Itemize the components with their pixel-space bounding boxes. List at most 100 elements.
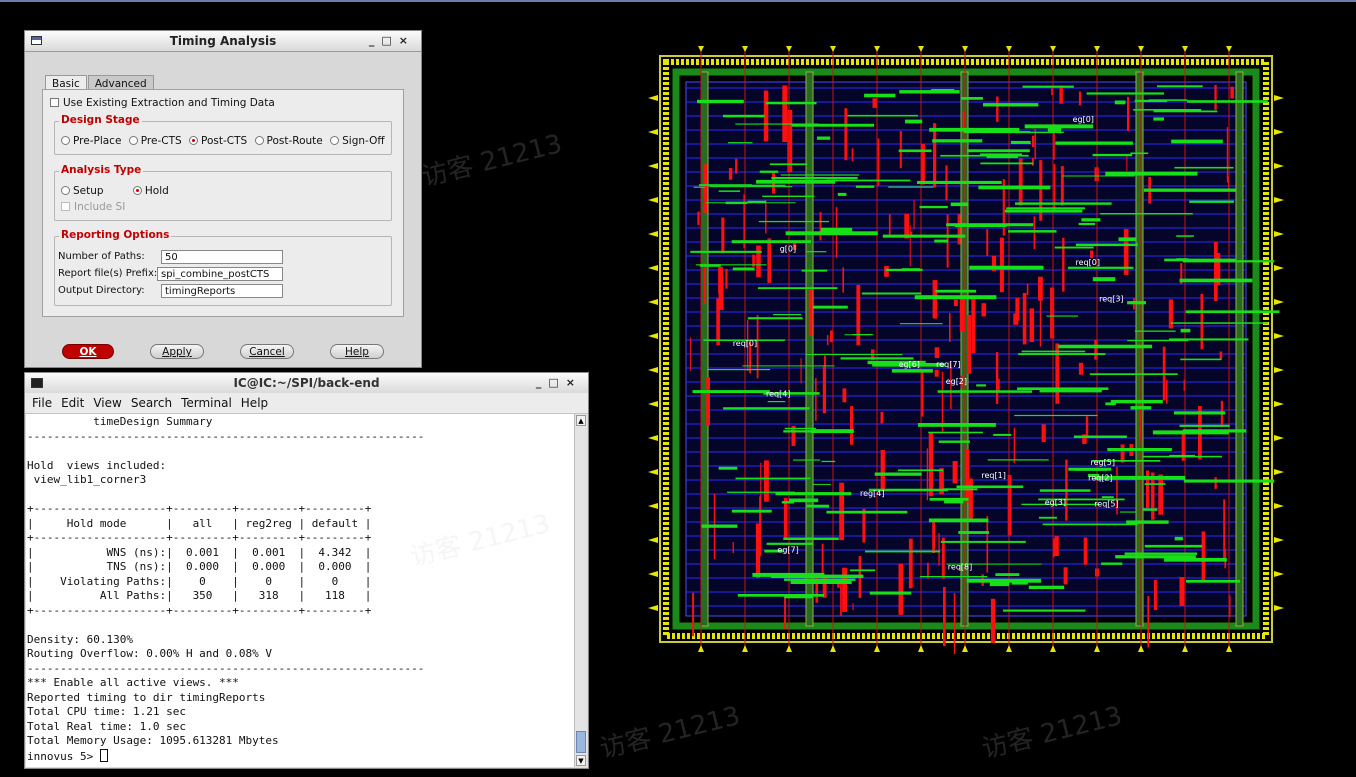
power-stripe <box>1135 71 1144 627</box>
maximize-button[interactable]: □ <box>381 31 398 51</box>
io-pin-arrow <box>962 645 968 652</box>
cancel-button[interactable]: Cancel <box>240 344 294 359</box>
metal-wire-horizontal <box>958 531 989 534</box>
metal-wire-horizontal <box>976 384 986 387</box>
metal-wire-horizontal <box>869 591 912 595</box>
metal-wire-horizontal <box>1055 141 1133 145</box>
terminal-icon[interactable] <box>31 378 43 388</box>
radio-label: Post-Route <box>266 135 323 147</box>
metal-wire-horizontal <box>1114 100 1126 105</box>
metal-wire-vertical <box>1083 537 1088 565</box>
metal-wire-vertical <box>959 297 965 332</box>
io-pin-arrow <box>786 46 792 52</box>
metal-wire-vertical <box>898 563 904 615</box>
help-button[interactable]: Help <box>330 344 384 359</box>
radio-setup[interactable]: Setup <box>61 185 104 197</box>
menu-terminal[interactable]: Terminal <box>181 396 232 410</box>
metal-wire-horizontal <box>993 433 1012 436</box>
instance-label: req[4] <box>766 390 790 399</box>
radio-post-route[interactable]: Post-Route <box>254 135 323 147</box>
num-paths-input[interactable]: 50 <box>161 250 283 264</box>
instance-label: req[0] <box>1076 258 1100 267</box>
metal-wire-vertical <box>706 377 710 426</box>
radio-hold[interactable]: Hold <box>132 185 169 197</box>
metal-wire-horizontal <box>780 174 859 176</box>
metal-wire-horizontal <box>891 369 933 373</box>
metal-wire-vertical <box>1041 424 1046 443</box>
metal-wire-vertical <box>909 224 911 267</box>
menu-edit[interactable]: Edit <box>61 396 84 410</box>
radio-post-cts[interactable]: Post-CTS <box>189 135 247 147</box>
metal-wire-horizontal <box>1039 388 1102 393</box>
radio-pre-place[interactable]: Pre-Place <box>61 135 121 147</box>
maximize-button[interactable]: □ <box>548 373 565 393</box>
metal-wire-vertical <box>941 537 945 579</box>
terminal-titlebar[interactable]: IC@IC:~/SPI/back-end _□× <box>25 373 588 393</box>
minimize-button[interactable]: _ <box>369 31 382 51</box>
use-existing-row[interactable]: Use Existing Extraction and Timing Data <box>50 97 275 109</box>
window-menu-icon[interactable] <box>31 36 42 45</box>
metal-wire-vertical <box>953 593 956 655</box>
metal-wire-horizontal <box>773 314 802 316</box>
io-pin-arrow <box>1274 367 1284 373</box>
menu-search[interactable]: Search <box>131 396 172 410</box>
output-dir-label: Output Directory: <box>58 285 145 296</box>
metal-wire-vertical <box>1214 85 1217 110</box>
metal-wire-vertical <box>840 583 842 616</box>
minimize-button[interactable]: _ <box>536 373 549 393</box>
metal-wire-horizontal <box>1143 508 1158 511</box>
power-stripe <box>700 71 709 627</box>
metal-wire-horizontal <box>1133 109 1202 111</box>
metal-wire-horizontal <box>1134 330 1176 332</box>
scrollbar-thumb[interactable] <box>576 731 586 753</box>
close-button[interactable]: × <box>566 373 582 393</box>
metal-wire-horizontal <box>956 485 1024 489</box>
scroll-down-arrow-icon[interactable]: ▼ <box>576 755 586 766</box>
instance-label: req[5] <box>1094 499 1118 508</box>
prefix-input[interactable]: spi_combine_postCTS <box>157 267 283 281</box>
menu-help[interactable]: Help <box>241 396 268 410</box>
apply-button[interactable]: Apply <box>150 344 204 359</box>
scroll-up-arrow-icon[interactable]: ▲ <box>576 415 586 426</box>
layout-canvas[interactable]: req[8] g[0] reg[4] eg[2] req[7] req[4] req[3] r… <box>646 40 1286 660</box>
metal-wire-vertical <box>697 211 700 225</box>
dialog-title: Timing Analysis <box>169 34 277 48</box>
io-pin-arrow <box>830 645 836 652</box>
radio-indicator <box>61 186 70 195</box>
metal-wire-vertical <box>1059 85 1063 104</box>
metal-wire-vertical <box>842 388 847 403</box>
metal-wire-vertical <box>844 108 848 161</box>
metal-wire-horizontal <box>1130 406 1152 410</box>
metal-wire-horizontal <box>1176 235 1194 237</box>
menu-file[interactable]: File <box>32 396 52 410</box>
dialog-titlebar[interactable]: Timing Analysis _□× <box>25 31 421 52</box>
terminal-scrollbar[interactable]: ▲ ▼ <box>574 414 587 767</box>
ok-button[interactable]: OK <box>62 344 114 359</box>
metal-wire-horizontal <box>1171 139 1223 144</box>
metal-wire-vertical <box>1007 474 1012 536</box>
metal-wire-horizontal <box>811 429 854 433</box>
radio-pre-cts[interactable]: Pre-CTS <box>128 135 182 147</box>
metal-wire-horizontal <box>806 504 830 508</box>
io-pin-arrow <box>648 469 658 475</box>
menu-view[interactable]: View <box>93 396 121 410</box>
metal-wire-horizontal <box>693 186 705 188</box>
terminal-output[interactable]: timeDesign Summary ---------------------… <box>26 414 574 767</box>
design-stage-title: Design Stage <box>59 114 142 126</box>
metal-wire-horizontal <box>840 357 914 360</box>
metal-wire-horizontal <box>1101 562 1123 565</box>
metal-wire-horizontal <box>950 202 968 207</box>
output-dir-input[interactable]: timingReports <box>161 284 283 298</box>
close-button[interactable]: × <box>399 31 415 51</box>
radio-sign-off[interactable]: Sign-Off <box>330 135 385 147</box>
use-existing-checkbox[interactable] <box>50 98 59 107</box>
metal-wire-horizontal <box>731 509 772 513</box>
metal-wire-horizontal <box>983 103 1039 107</box>
metal-wire-vertical <box>822 366 826 414</box>
metal-wire-vertical <box>957 214 961 245</box>
instance-label: req[0] <box>733 339 757 348</box>
metal-wire-vertical <box>1022 292 1027 345</box>
metal-wire-vertical <box>1200 293 1204 350</box>
metal-wire-horizontal <box>1046 315 1079 317</box>
metal-wire-horizontal <box>1179 424 1230 427</box>
